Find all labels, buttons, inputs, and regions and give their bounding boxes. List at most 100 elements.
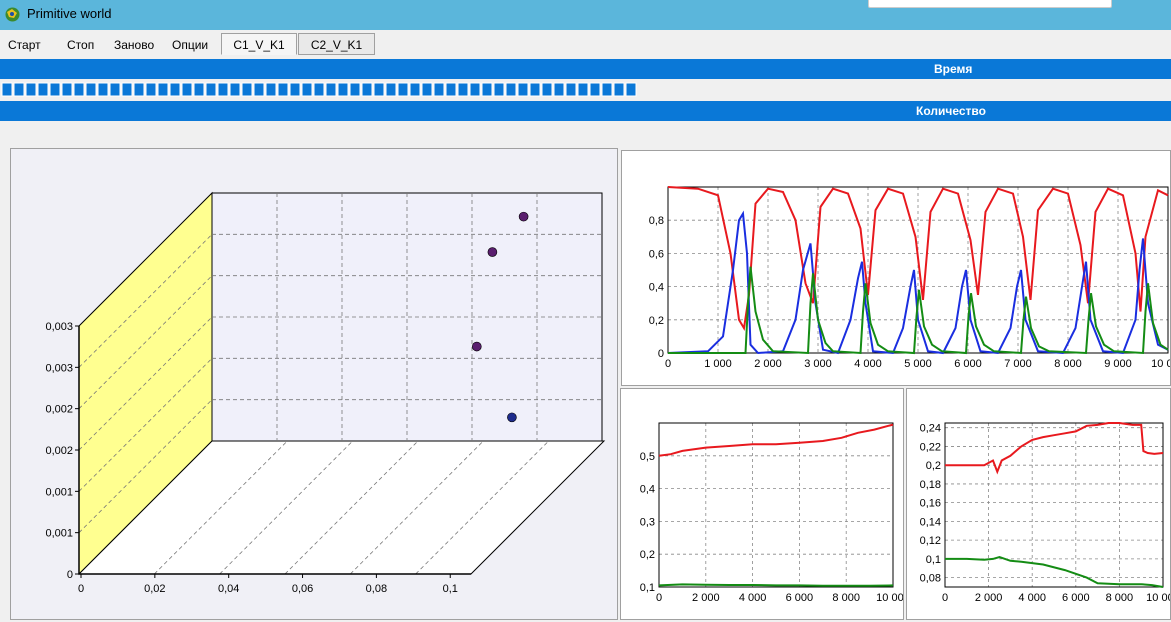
y-tick-label: 0,2 xyxy=(926,460,941,472)
time-bar-label: Время xyxy=(934,62,973,76)
progress-segment xyxy=(229,82,241,97)
progress-segment xyxy=(301,82,313,97)
progress-segment xyxy=(361,82,373,97)
progress-segment xyxy=(193,82,205,97)
progress-segment xyxy=(421,82,433,97)
x-tick-label: 3 000 xyxy=(804,358,832,370)
y-tick-label: 0,24 xyxy=(920,423,941,435)
progress-segment xyxy=(265,82,277,97)
progress-segment xyxy=(181,82,193,97)
y-tick-label: 0,5 xyxy=(640,451,655,463)
progress-segment xyxy=(541,82,553,97)
x-tick-label: 6 000 xyxy=(786,592,814,604)
y-tick-label: 0,4 xyxy=(640,484,655,496)
x-tick-label: 0 xyxy=(78,583,84,595)
progress-segment xyxy=(589,82,601,97)
title-bar: Primitive world xyxy=(0,0,1171,30)
x-tick-label: 0 xyxy=(656,592,662,604)
menu-options[interactable]: Опции xyxy=(172,38,208,52)
progress-segment xyxy=(529,82,541,97)
y-tick-label: 0 xyxy=(67,569,73,581)
small-chart-right: 0 2 000 4 000 6 000 8 000 10 000 0,08 0,1 0,12 0,… xyxy=(920,422,1171,604)
menu-start[interactable]: Старт xyxy=(8,38,41,52)
x-tick-label: 0 xyxy=(665,358,671,370)
x-tick-label: 8 000 xyxy=(1106,592,1134,604)
progress-segment xyxy=(577,82,589,97)
progress-segment xyxy=(37,82,49,97)
small-chart-left-panel: 0 2 000 4 000 6 000 8 000 10 000 0,1 0,2 0,3 0,4 0… xyxy=(620,388,910,620)
y-tick-label: 0,003 xyxy=(45,362,73,374)
progress-segment xyxy=(493,82,505,97)
series-line-0 xyxy=(658,423,894,457)
y-tick-label: 0,003 xyxy=(45,321,73,333)
progress-segment xyxy=(49,82,61,97)
y-tick-label: 0,001 xyxy=(45,528,73,540)
y-tick-label: 0,1 xyxy=(640,582,655,594)
x-tick-label: 10 000 xyxy=(876,592,903,604)
y-tick-label: 0,08 xyxy=(920,573,941,585)
small-chart-left: 0 2 000 4 000 6 000 8 000 10 000 0,1 0,2 0,3 0,4 0… xyxy=(640,422,910,604)
progress-segment xyxy=(121,82,133,97)
progress-segment xyxy=(505,82,517,97)
progress-segment xyxy=(109,82,121,97)
time-progress xyxy=(0,81,1171,98)
progress-segments xyxy=(1,82,637,97)
y-tick-label: 0,002 xyxy=(45,404,73,416)
y-tick-label: 0,001 xyxy=(45,486,73,498)
series-line-1 xyxy=(658,583,894,587)
progress-segment xyxy=(241,82,253,97)
scatter-point xyxy=(471,341,482,352)
x-tick-label: 0,08 xyxy=(366,583,387,595)
tab-c2-v-k1[interactable]: C2_V_K1 xyxy=(298,33,375,55)
menu-stop[interactable]: Стоп xyxy=(67,38,94,52)
y-tick-label: 0,6 xyxy=(649,248,664,260)
y-tick-label: 0 xyxy=(658,348,664,360)
x-tick-label: 6 000 xyxy=(1062,592,1090,604)
menu-restart[interactable]: Заново xyxy=(114,38,154,52)
progress-segment xyxy=(325,82,337,97)
progress-segment xyxy=(565,82,577,97)
progress-segment xyxy=(1,82,13,97)
series-line-0 xyxy=(945,422,1164,475)
progress-segment xyxy=(217,82,229,97)
y-tick-label: 0,3 xyxy=(640,516,655,528)
y-tick-label: 0,8 xyxy=(649,215,664,227)
x-tick-label: 8 000 xyxy=(1054,358,1082,370)
scatter3d-panel: 0 0,02 0,04 0,06 0,08 0,1 0 0,001 0,001 0,002 0,00… xyxy=(10,148,618,620)
progress-segment xyxy=(73,82,85,97)
x-tick-label: 7 000 xyxy=(1004,358,1032,370)
progress-segment xyxy=(481,82,493,97)
progress-segment xyxy=(625,82,637,97)
progress-segment xyxy=(553,82,565,97)
app-icon xyxy=(5,7,20,22)
x-tick-label: 2 000 xyxy=(975,592,1003,604)
progress-segment xyxy=(613,82,625,97)
x-tick-label: 4 000 xyxy=(854,358,882,370)
x-tick-label: 10 000 xyxy=(1151,358,1170,370)
progress-segment xyxy=(385,82,397,97)
progress-segment xyxy=(133,82,145,97)
progress-segment xyxy=(445,82,457,97)
x-tick-label: 0,02 xyxy=(144,583,165,595)
tab-c1-v-k1[interactable]: C1_V_K1 xyxy=(221,33,297,55)
x-tick-label: 0 xyxy=(942,592,948,604)
x-tick-label: 0,06 xyxy=(292,583,313,595)
y-tick-label: 0,22 xyxy=(920,441,941,453)
scatter3d-chart: 0 0,02 0,04 0,06 0,08 0,1 0 0,001 0,001 0,002 0,00… xyxy=(45,191,606,595)
y-tick-label: 0,4 xyxy=(649,282,664,294)
progress-segment xyxy=(13,82,25,97)
progress-segment xyxy=(25,82,37,97)
progress-segment xyxy=(601,82,613,97)
progress-segment xyxy=(349,82,361,97)
x-tick-label: 2 000 xyxy=(754,358,782,370)
x-tick-label: 2 000 xyxy=(692,592,720,604)
progress-segment xyxy=(289,82,301,97)
progress-segment xyxy=(145,82,157,97)
titlebar-search-field[interactable] xyxy=(868,0,1112,8)
progress-segment xyxy=(313,82,325,97)
y-tick-label: 0,12 xyxy=(920,535,941,547)
progress-segment xyxy=(397,82,409,97)
timeseries-chart: 0 1 000 2 000 3 000 4 000 5 000 6 000 7 000 8 00… xyxy=(649,186,1171,370)
scatter-point xyxy=(507,412,517,423)
progress-segment xyxy=(97,82,109,97)
